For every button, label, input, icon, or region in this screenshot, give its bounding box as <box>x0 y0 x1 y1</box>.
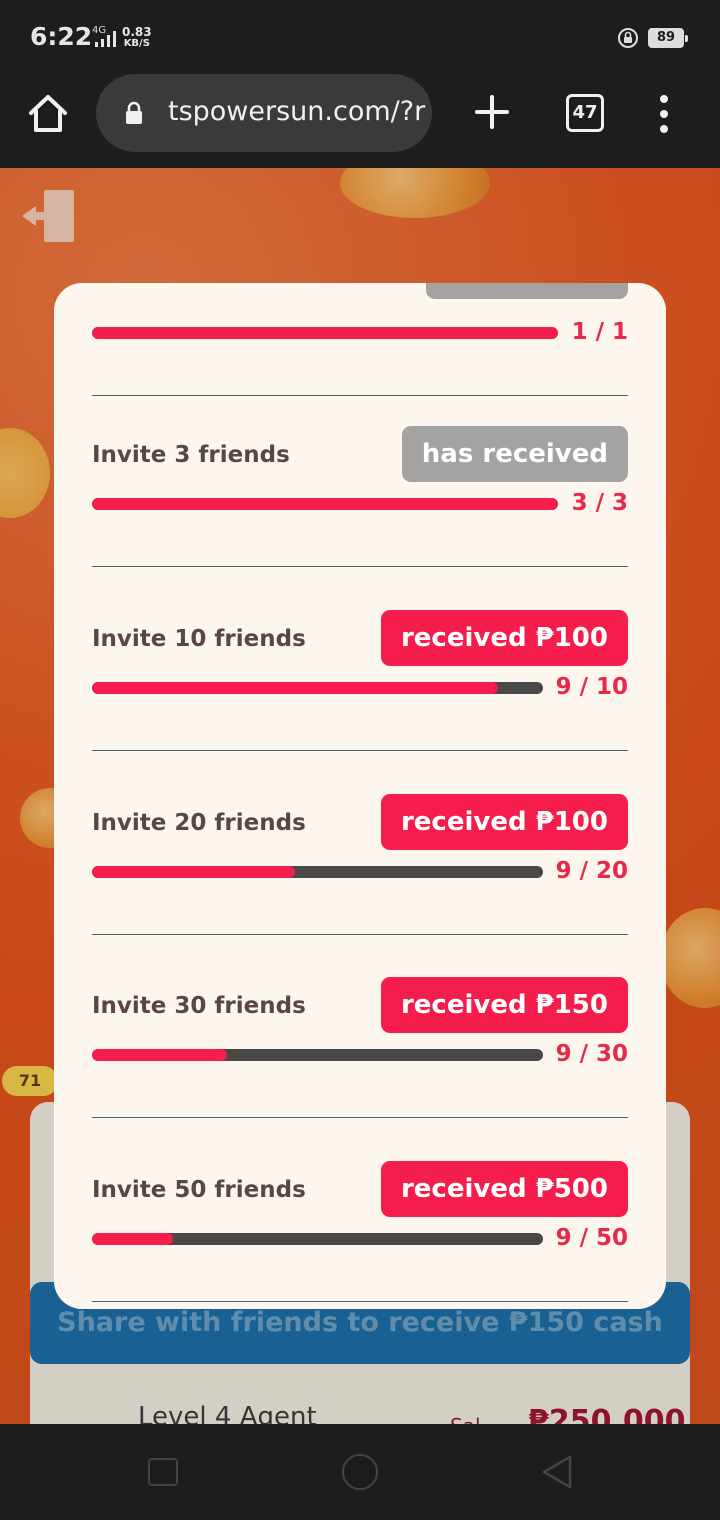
battery-icon: 89 <box>648 28 688 48</box>
task-label: Invite 3 friends <box>92 442 290 468</box>
speed-unit: KB/S <box>123 38 150 49</box>
progress-count: 3 / 3 <box>571 490 628 516</box>
task-row: Invite 30 friends received ₱150 9 / 30 <box>92 977 628 1175</box>
progress-bar <box>92 1049 543 1061</box>
progress-count: 9 / 50 <box>555 1225 628 1251</box>
task-row: Invite 10 friends received ₱100 9 / 10 <box>92 610 628 808</box>
recent-apps-icon[interactable] <box>148 1458 178 1486</box>
progress-fill <box>92 866 295 878</box>
row-divider <box>92 395 628 396</box>
progress-bar <box>92 498 558 510</box>
progress-count: 9 / 10 <box>555 674 628 700</box>
row-divider <box>92 566 628 567</box>
task-label: Invite 30 friends <box>92 993 306 1019</box>
progress-fill <box>92 1233 174 1245</box>
home-nav-icon[interactable] <box>342 1454 378 1490</box>
row-divider <box>92 750 628 751</box>
claim-reward-button[interactable]: received ₱150 <box>380 977 628 1033</box>
progress-bar <box>92 866 543 878</box>
progress-fill <box>92 327 558 339</box>
claim-reward-button[interactable]: received ₱100 <box>380 610 628 666</box>
network-speed: 0.83 KB/S <box>122 26 152 50</box>
speed-value: 0.83 <box>122 25 152 39</box>
new-tab-icon[interactable] <box>474 94 510 130</box>
row-divider <box>92 934 628 935</box>
progress-count: 9 / 30 <box>555 1041 628 1067</box>
task-label: Invite 10 friends <box>92 626 306 652</box>
progress-bar <box>92 682 543 694</box>
invite-rewards-modal: 1 / 1 Invite 3 friends has received 3 / 3 In… <box>54 283 666 1309</box>
status-time: 6:22 <box>30 22 93 51</box>
claim-reward-button[interactable]: received ₱500 <box>380 1161 628 1217</box>
task-label: Invite 20 friends <box>92 810 306 836</box>
back-icon[interactable] <box>540 1454 574 1490</box>
status-bar: 6:22 4G 0.83 KB/S 89 <box>0 0 720 74</box>
browser-toolbar: tspowersun.com/?r 47 <box>0 74 720 170</box>
progress-fill <box>92 682 498 694</box>
task-row: Invite 3 friends has received 3 / 3 <box>92 426 628 624</box>
progress-count: 1 / 1 <box>571 319 628 345</box>
tab-switcher-button[interactable]: 47 <box>566 94 604 132</box>
task-row: Invite 50 friends received ₱500 9 / 50 <box>92 1161 628 1309</box>
row-divider <box>92 1301 628 1302</box>
address-bar[interactable]: tspowersun.com/?r <box>96 74 432 152</box>
progress-bar <box>92 327 558 339</box>
row-divider <box>92 1117 628 1118</box>
home-icon[interactable] <box>26 92 70 136</box>
lock-icon <box>126 101 142 124</box>
progress-bar <box>92 1233 543 1245</box>
task-label: Invite 50 friends <box>92 1177 306 1203</box>
system-nav-bar <box>0 1424 720 1520</box>
progress-fill <box>92 498 558 510</box>
received-status-button[interactable] <box>426 283 628 299</box>
received-status-button[interactable]: has received <box>401 426 628 482</box>
url-text: tspowersun.com/?r <box>168 96 426 127</box>
rotation-lock-icon <box>618 28 638 48</box>
progress-count: 9 / 20 <box>555 858 628 884</box>
signal-icon <box>95 31 116 47</box>
claim-reward-button[interactable]: received ₱100 <box>380 794 628 850</box>
task-row: Invite 20 friends received ₱100 9 / 20 <box>92 794 628 992</box>
more-menu-icon[interactable] <box>658 94 670 134</box>
progress-fill <box>92 1049 228 1061</box>
